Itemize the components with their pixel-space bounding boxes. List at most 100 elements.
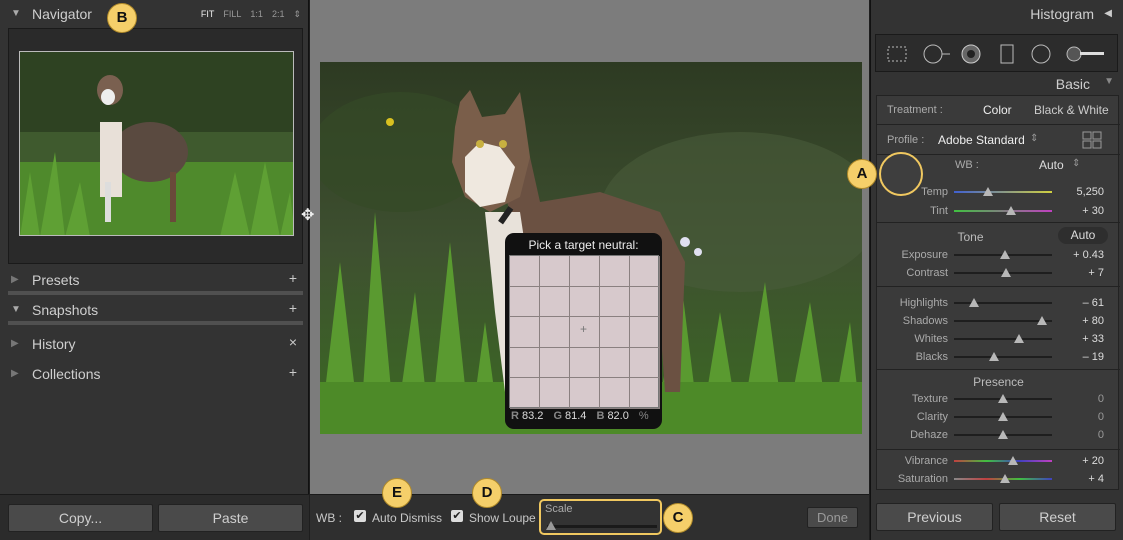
slider-knob[interactable] [968,298,979,307]
treatment-bw-option[interactable]: Black & White [1034,103,1109,117]
slider-value[interactable]: + 30 [1082,205,1104,217]
slider-knob[interactable] [1007,456,1018,465]
show-loupe-checkbox[interactable]: ✔ [451,510,463,522]
scale-slider-knob[interactable] [546,521,556,530]
slider-value[interactable]: + 0.43 [1073,249,1104,261]
slider-knob[interactable] [1037,316,1048,325]
navigator-header[interactable]: ▼ Navigator FIT FILL 1:1 2:1 ⇕ [0,0,309,28]
navigator-thumbnail[interactable] [19,51,294,236]
zoom-fill[interactable]: FILL [223,9,241,20]
loupe-pixel-cell [540,347,570,379]
copy-button[interactable]: Copy... [8,504,153,532]
profile-arrows-icon[interactable]: ⇕ [1030,133,1038,144]
callout-e: E [382,478,412,508]
navigator-preview-frame [8,28,303,264]
slider-label: Exposure [901,249,948,261]
profile-browser-grid-icon[interactable] [1082,131,1102,149]
slider-knob[interactable] [998,430,1008,439]
r-label: R [511,410,519,422]
adjustment-brush-icon[interactable] [1066,43,1106,65]
slider-value[interactable]: 5,250 [1076,186,1104,198]
spot-removal-icon[interactable] [922,43,952,65]
slider-knob[interactable] [1005,206,1016,215]
slider-row-exposure: Exposure + 0.43 [877,246,1120,264]
slider-value[interactable]: + 20 [1082,455,1104,467]
slider-knob[interactable] [999,250,1010,259]
slider-track[interactable] [954,338,1052,340]
radial-filter-icon[interactable] [1030,43,1052,65]
histogram-header[interactable]: Histogram ◀ [871,0,1123,29]
slider-value[interactable]: – 61 [1083,297,1104,309]
wb-dropdown[interactable]: Auto [1039,158,1064,172]
zoom-1-1[interactable]: 1:1 [250,9,263,20]
loupe-pixel-cell [630,286,660,318]
crop-overlay-icon[interactable] [886,43,908,65]
zoom-2-1[interactable]: 2:1 [272,9,285,20]
slider-track[interactable] [954,191,1052,193]
loupe-pixel-cell [600,378,630,409]
loupe-pixel-cell [510,286,540,318]
slider-label: Contrast [906,267,948,279]
zoom-arrows-icon[interactable]: ⇕ [293,9,301,20]
previous-button[interactable]: Previous [876,503,993,531]
treatment-color-option[interactable]: Color [983,103,1012,117]
snapshots-header[interactable]: ▼ Snapshots + [0,296,309,324]
add-collection-icon[interactable]: + [289,364,297,380]
loupe-pixel-cell [510,347,540,379]
wb-arrows-icon[interactable]: ⇕ [1072,158,1080,169]
slider-value[interactable]: 0 [1098,411,1104,423]
show-loupe-label[interactable]: Show Loupe [469,511,536,525]
slider-value[interactable]: – 19 [1083,351,1104,363]
divider [877,222,1120,223]
callout-a: A [847,159,877,189]
graduated-filter-icon[interactable] [996,43,1018,65]
loupe-pixel-cell [600,256,630,287]
slider-knob[interactable] [1013,334,1024,343]
slider-label: Blacks [915,351,948,363]
add-preset-icon[interactable]: + [289,270,297,286]
auto-dismiss-checkbox[interactable]: ✔ [354,510,366,522]
slider-value[interactable]: 0 [1098,393,1104,405]
scale-slider-track[interactable] [547,525,657,528]
collections-header[interactable]: ▶ Collections + [0,360,309,388]
slider-knob[interactable] [999,474,1010,483]
zoom-fit[interactable]: FIT [201,9,215,20]
percent-unit: % [638,410,649,422]
red-eye-icon[interactable] [960,43,982,65]
cat-thumbnail-image [20,52,293,235]
slider-knob[interactable] [1000,268,1011,277]
wb-eyedropper-highlight[interactable] [879,152,923,196]
slider-knob[interactable] [983,187,994,196]
slider-value[interactable]: + 80 [1082,315,1104,327]
slider-value[interactable]: 0 [1098,429,1104,441]
slider-track[interactable] [954,210,1052,212]
slider-track[interactable] [954,356,1052,358]
collapse-triangle-icon: ▼ [1104,76,1114,87]
paste-button[interactable]: Paste [158,504,303,532]
collapse-triangle-icon: ▶ [11,274,19,285]
slider-value[interactable]: + 33 [1082,333,1104,345]
add-snapshot-icon[interactable]: + [289,300,297,316]
auto-dismiss-label[interactable]: Auto Dismiss [372,511,442,525]
slider-track[interactable] [954,460,1052,462]
slider-label: Dehaze [910,429,948,441]
reset-button[interactable]: Reset [999,503,1116,531]
snapshots-title: Snapshots [32,302,99,318]
slider-value[interactable]: + 7 [1088,267,1104,279]
slider-value[interactable]: + 4 [1088,473,1104,485]
slider-knob[interactable] [998,394,1008,403]
clear-history-icon[interactable]: × [289,334,297,350]
profile-dropdown[interactable]: Adobe Standard [938,133,1025,147]
history-header[interactable]: ▶ History × [0,330,309,358]
slider-label: Texture [911,393,948,405]
slider-knob[interactable] [998,412,1008,421]
divider [8,291,303,295]
slider-knob[interactable] [989,352,1000,361]
wb-toolbar-label: WB : [316,511,342,525]
tone-auto-button[interactable]: Auto [1058,227,1108,244]
presets-header[interactable]: ▶ Presets + [0,266,309,294]
loupe-pixel-cell [540,286,570,318]
done-button[interactable]: Done [807,507,858,528]
basic-header[interactable]: Basic ▼ [871,73,1123,95]
loupe-pixel-cell [540,317,570,348]
